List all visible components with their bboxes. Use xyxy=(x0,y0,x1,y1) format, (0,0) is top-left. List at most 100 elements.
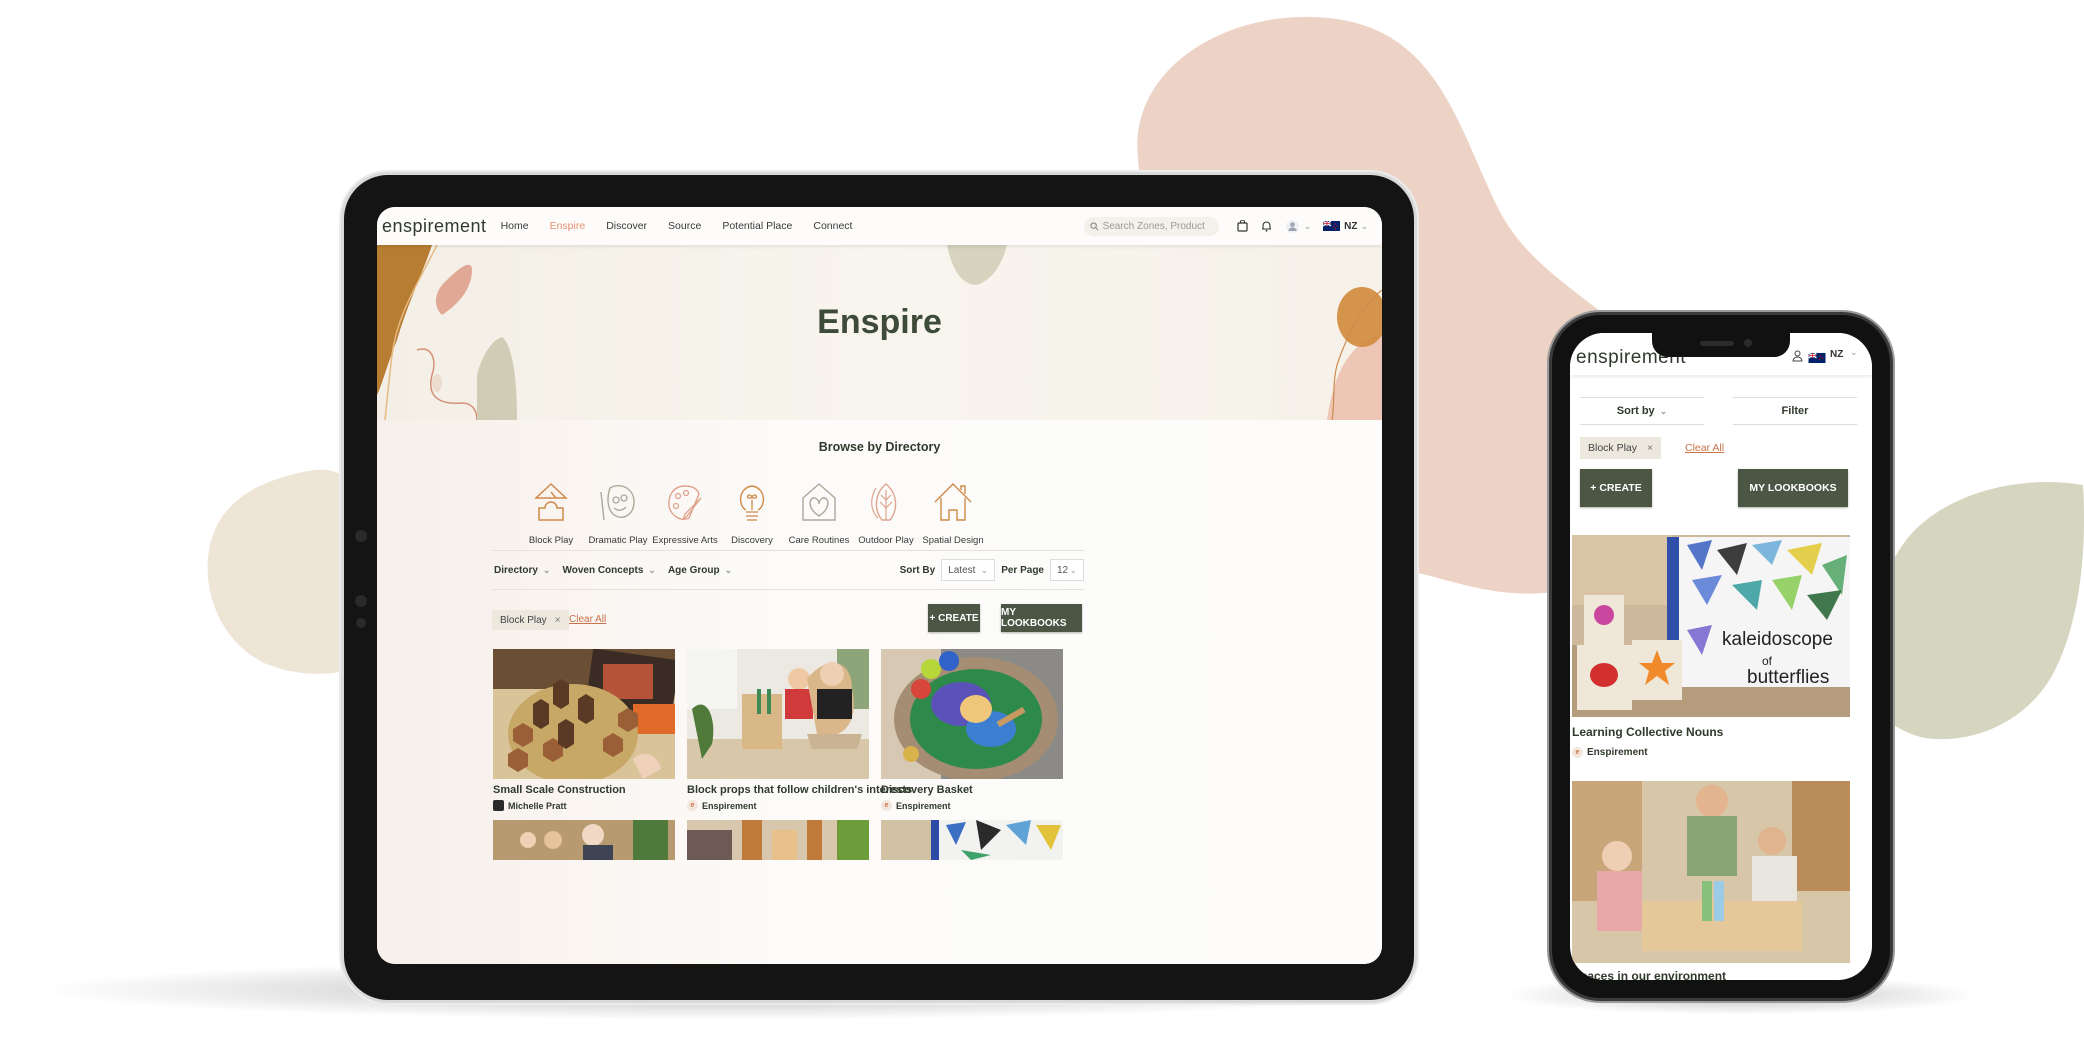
bell-icon[interactable] xyxy=(1261,220,1272,232)
user-menu-chevron-icon[interactable]: ⌄ xyxy=(1304,221,1312,232)
create-button[interactable]: + CREATE xyxy=(928,604,980,632)
tablet-screen: enspirement Home Enspire Discover Source… xyxy=(377,207,1382,964)
sort-by-label: Sort by xyxy=(1616,405,1655,417)
chevron-down-icon: ⌄ xyxy=(1069,564,1077,575)
nz-flag-icon[interactable] xyxy=(1808,350,1826,368)
card-author[interactable]: e Enspirement xyxy=(1572,747,1648,758)
bag-icon[interactable] xyxy=(1236,220,1248,232)
card-title[interactable]: Small Scale Construction xyxy=(493,784,675,796)
directory-dropdown-label: Directory xyxy=(494,564,538,576)
block-play-icon xyxy=(534,482,568,521)
card-image[interactable] xyxy=(493,649,675,779)
card-author[interactable]: e Enspirement xyxy=(687,800,869,811)
lightbulb-icon xyxy=(739,485,765,521)
nav-enspire[interactable]: Enspire xyxy=(550,220,586,232)
speaker-grill xyxy=(1700,341,1734,346)
card-title[interactable]: Spaces in our environment xyxy=(1572,969,1726,980)
tablet-camera xyxy=(355,530,367,542)
phone-notch xyxy=(1652,333,1790,357)
clear-all-link[interactable]: Clear All xyxy=(569,614,606,625)
per-page-value: 12 xyxy=(1057,564,1069,576)
phone-create-button[interactable]: + CREATE xyxy=(1580,469,1652,507)
close-icon[interactable]: × xyxy=(555,615,561,626)
front-camera xyxy=(1744,339,1752,347)
palette-icon xyxy=(668,485,702,521)
per-page-label: Per Page xyxy=(1001,564,1044,576)
card-title[interactable]: Discovery Basket xyxy=(881,784,1063,796)
heart-house-icon xyxy=(802,483,836,521)
phone-filter-button[interactable]: Filter xyxy=(1733,397,1857,425)
search-placeholder: Search Zones, Product xyxy=(1102,220,1205,232)
phone-device: enspirement NZ ⌄ Sort by ⌄ Filter Block … xyxy=(1552,315,1890,998)
card-title[interactable]: Learning Collective Nouns xyxy=(1572,725,1723,739)
author-name: Enspirement xyxy=(1587,747,1648,758)
lookbook-card[interactable]: Discovery Basket e Enspirement xyxy=(881,649,1063,811)
card-image[interactable] xyxy=(1572,781,1850,963)
svg-text:butterflies: butterflies xyxy=(1747,667,1829,688)
phone-my-lookbooks-button[interactable]: MY LOOKBOOKS xyxy=(1738,469,1848,507)
region-chevron-icon[interactable]: ⌄ xyxy=(1850,347,1858,358)
top-navigation: enspirement Home Enspire Discover Source… xyxy=(377,207,1382,245)
tablet-device: enspirement Home Enspire Discover Source… xyxy=(344,175,1414,1000)
region-label[interactable]: NZ xyxy=(1344,221,1357,232)
woven-concepts-dropdown-label: Woven Concepts xyxy=(562,564,644,576)
directory-dropdown[interactable]: Directory ⌄ xyxy=(494,565,550,576)
nav-source[interactable]: Source xyxy=(668,220,701,232)
browse-directory-title: Browse by Directory xyxy=(818,440,941,454)
enspirement-avatar-icon: e xyxy=(687,800,698,811)
lookbook-card-partial[interactable] xyxy=(881,820,1063,860)
chevron-down-icon: ⌄ xyxy=(542,564,551,575)
card-author[interactable]: Michelle Pratt xyxy=(493,800,675,811)
phone-screen: enspirement NZ ⌄ Sort by ⌄ Filter Block … xyxy=(1570,333,1872,980)
background-blob-beige xyxy=(207,469,354,674)
enspirement-avatar-icon: e xyxy=(881,800,892,811)
phone-clear-all-link[interactable]: Clear All xyxy=(1685,442,1724,454)
chevron-down-icon: ⌄ xyxy=(980,564,989,575)
house-icon xyxy=(934,483,972,521)
phone-region-label[interactable]: NZ xyxy=(1830,349,1843,360)
lookbook-card[interactable]: Small Scale Construction Michelle Pratt xyxy=(493,649,675,811)
per-page-select[interactable]: 12 ⌄ xyxy=(1050,559,1084,581)
lookbook-card[interactable]: Block props that follow children's inter… xyxy=(687,649,912,811)
sort-by-label: Sort By xyxy=(899,564,936,576)
chevron-down-icon: ⌄ xyxy=(648,564,656,575)
my-lookbooks-button[interactable]: MY LOOKBOOKS xyxy=(1001,604,1082,632)
lookbook-card-partial[interactable] xyxy=(493,820,675,860)
user-icon[interactable] xyxy=(1792,349,1803,367)
phone-active-filter-chip[interactable]: Block Play × xyxy=(1580,437,1662,459)
card-image[interactable]: kaleidoscope of butterflies xyxy=(1572,535,1850,717)
chevron-down-icon: ⌄ xyxy=(724,564,733,575)
nav-connect[interactable]: Connect xyxy=(813,220,852,232)
card-image[interactable] xyxy=(881,649,1063,779)
sort-by-select[interactable]: Latest ⌄ xyxy=(941,559,996,581)
author-name: Enspirement xyxy=(896,800,951,811)
author-name: Michelle Pratt xyxy=(508,800,567,811)
close-icon[interactable]: × xyxy=(1647,442,1653,454)
phone-sort-by-button[interactable]: Sort by ⌄ xyxy=(1580,397,1704,425)
author-avatar xyxy=(493,800,504,811)
card-image[interactable] xyxy=(687,649,869,779)
active-filter-chip[interactable]: Block Play × xyxy=(492,610,569,630)
card-author[interactable]: e Enspirement xyxy=(881,800,1063,811)
search-input[interactable]: Search Zones, Product xyxy=(1083,216,1219,236)
lookbook-card-partial[interactable] xyxy=(687,820,869,860)
nav-home[interactable]: Home xyxy=(501,220,529,232)
region-chevron-icon[interactable]: ⌄ xyxy=(1360,221,1368,232)
main-content: Browse by Directory Block Play Dramatic … xyxy=(377,420,1382,964)
nz-flag-icon[interactable] xyxy=(1323,221,1341,231)
mask-icon xyxy=(600,484,635,521)
woven-concepts-dropdown[interactable]: Woven Concepts ⌄ xyxy=(562,565,655,576)
logo[interactable]: enspirement xyxy=(382,216,487,237)
book-cover-text: kaleidoscope xyxy=(1722,629,1833,650)
age-group-dropdown[interactable]: Age Group ⌄ xyxy=(668,565,732,576)
chevron-down-icon: ⌄ xyxy=(1659,405,1668,416)
directory-item-spatial-design[interactable]: Spatial Design xyxy=(908,480,998,546)
search-icon xyxy=(1089,221,1099,231)
chip-label: Block Play xyxy=(500,614,547,626)
leaf-icon xyxy=(871,483,897,521)
card-title[interactable]: Block props that follow children's inter… xyxy=(687,784,912,796)
nav-potential-place[interactable]: Potential Place xyxy=(722,220,792,232)
filter-bar: Directory ⌄ Woven Concepts ⌄ Age Group ⌄ So… xyxy=(492,550,1084,590)
user-icon[interactable] xyxy=(1285,219,1299,233)
nav-discover[interactable]: Discover xyxy=(606,220,647,232)
